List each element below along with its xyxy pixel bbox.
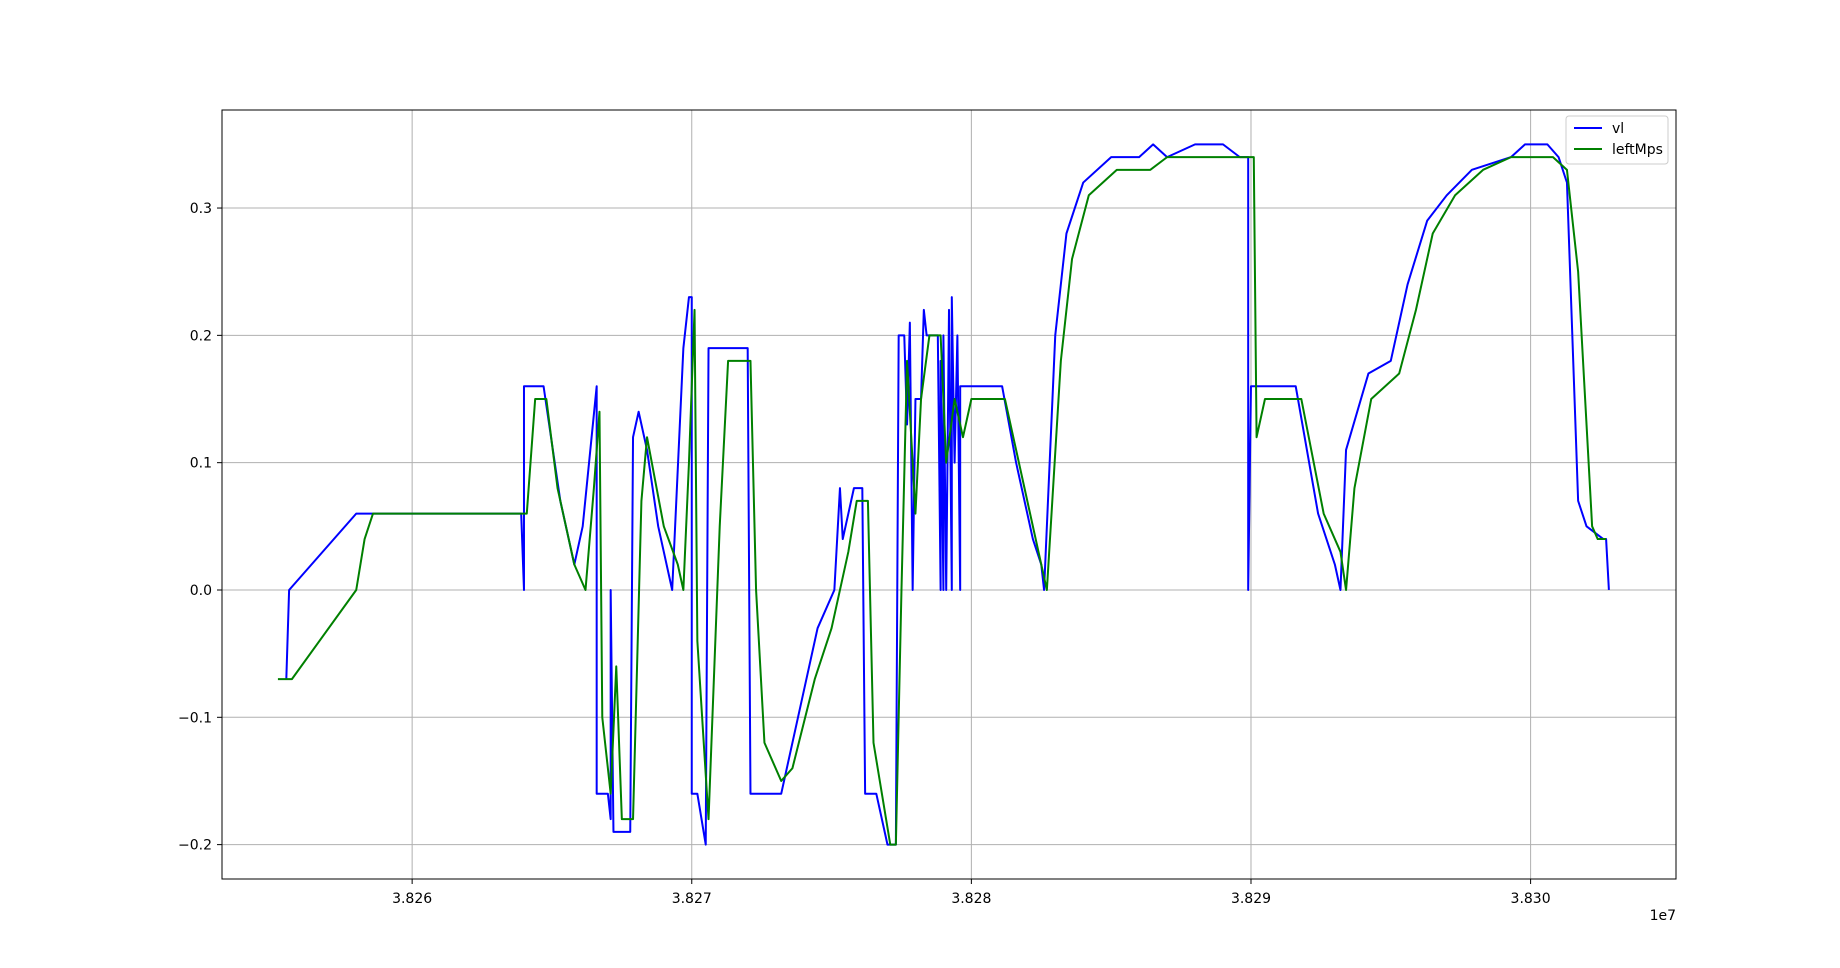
y-tick-label: −0.1 [178,710,212,726]
y-tick-label: 0.0 [190,583,212,599]
y-tick-label: −0.2 [178,838,212,854]
x-tick-label: 3.826 [392,891,432,907]
figure-background [0,0,1840,968]
chart-figure: 3.826 3.827 3.828 3.829 3.830 −0.2 −0.1 0.0 0.1 0… [0,0,1840,968]
y-tick-label: 0.1 [190,456,212,472]
legend-label-vl: vl [1612,121,1624,137]
x-tick-label: 3.830 [1511,891,1551,907]
x-tick-label: 3.828 [951,891,991,907]
legend: vl leftMps [1565,115,1669,165]
x-tick-label: 3.829 [1231,891,1271,907]
x-tick-label: 3.827 [672,891,712,907]
legend-label-leftmps: leftMps [1612,142,1663,158]
x-offset-label: 1e7 [1650,908,1676,924]
y-tick-label: 0.2 [190,328,212,344]
y-tick-label: 0.3 [190,201,212,217]
